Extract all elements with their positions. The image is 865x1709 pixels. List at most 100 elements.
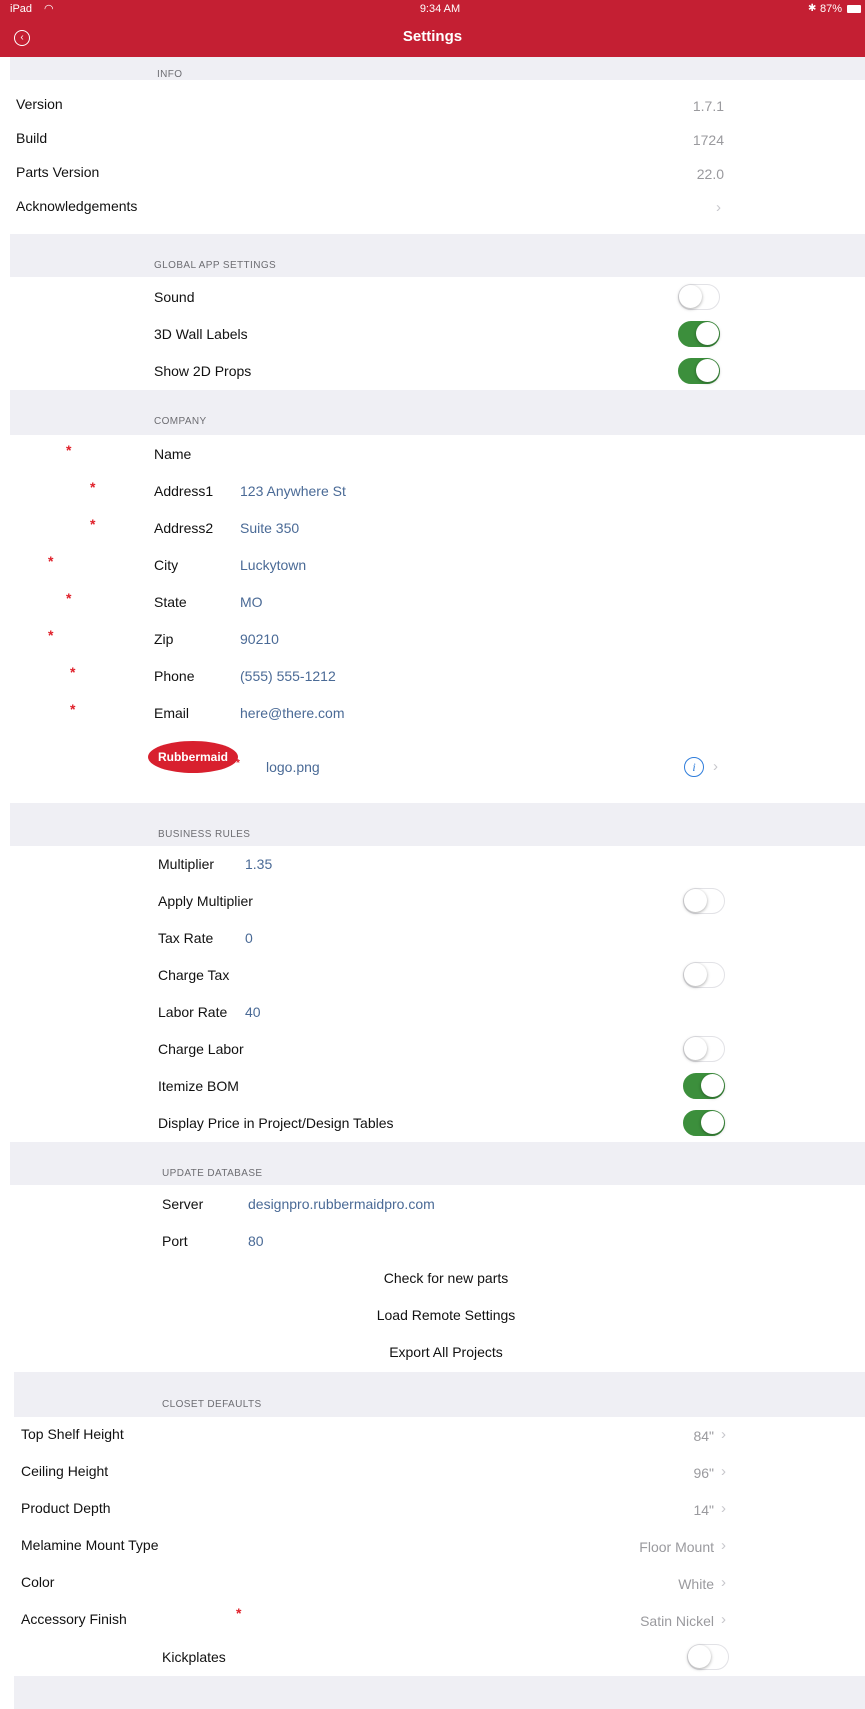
status-bar: iPad ◠ 9:34 AM ✱ 87% bbox=[0, 0, 865, 19]
required-marker: * bbox=[48, 627, 54, 643]
closet-section-band bbox=[14, 1372, 865, 1417]
ceiling-height-value: 96" bbox=[693, 1465, 714, 1481]
required-marker: * bbox=[66, 590, 72, 606]
apply-multiplier-label: Apply Multiplier bbox=[158, 893, 253, 909]
acknowledgements-row[interactable]: Acknowledgements bbox=[16, 198, 137, 214]
display-price-toggle[interactable] bbox=[683, 1110, 725, 1136]
top-shelf-height-label[interactable]: Top Shelf Height bbox=[21, 1426, 124, 1442]
svg-text:Rubbermaid: Rubbermaid bbox=[158, 750, 228, 764]
load-remote-settings-button[interactable]: Load Remote Settings bbox=[296, 1307, 596, 1323]
display-price-label: Display Price in Project/Design Tables bbox=[158, 1115, 394, 1131]
wall-labels-3d-toggle[interactable] bbox=[678, 321, 720, 347]
info-icon[interactable]: i bbox=[684, 757, 704, 777]
city-label: City bbox=[154, 557, 179, 573]
info-header: INFO bbox=[157, 69, 183, 80]
address1-field[interactable]: 123 Anywhere St bbox=[240, 483, 346, 499]
charge-tax-toggle[interactable] bbox=[683, 962, 725, 988]
accessory-finish-value: Satin Nickel bbox=[640, 1613, 714, 1629]
city-field[interactable]: Luckytown bbox=[240, 557, 306, 573]
server-field[interactable]: designpro.rubbermaidpro.com bbox=[248, 1196, 435, 1212]
parts-version-value: 22.0 bbox=[696, 166, 724, 182]
chevron-right-icon: › bbox=[721, 1500, 726, 1517]
build-label: Build bbox=[16, 130, 48, 146]
chevron-right-icon: › bbox=[721, 1463, 726, 1480]
chevron-right-icon: › bbox=[716, 199, 721, 216]
address2-label: Address2 bbox=[154, 520, 214, 536]
bluetooth-icon: ✱ bbox=[808, 3, 817, 14]
ceiling-height-label[interactable]: Ceiling Height bbox=[21, 1463, 108, 1479]
kickplates-label: Kickplates bbox=[162, 1649, 226, 1665]
logo-file-field[interactable]: logo.png bbox=[266, 759, 320, 775]
charge-labor-label: Charge Labor bbox=[158, 1041, 244, 1057]
chevron-right-icon: › bbox=[721, 1611, 726, 1628]
battery-percent: 87% bbox=[820, 3, 843, 15]
labor-rate-field[interactable]: 40 bbox=[245, 1004, 261, 1020]
product-depth-label[interactable]: Product Depth bbox=[21, 1500, 111, 1516]
itemize-bom-label: Itemize BOM bbox=[158, 1078, 239, 1094]
business-section-band bbox=[10, 803, 865, 846]
business-header: BUSINESS RULES bbox=[158, 829, 251, 840]
zip-label: Zip bbox=[154, 631, 174, 647]
tax-rate-label: Tax Rate bbox=[158, 930, 214, 946]
required-marker: * bbox=[236, 1605, 242, 1621]
accessory-finish-label[interactable]: Accessory Finish bbox=[21, 1611, 127, 1627]
server-label: Server bbox=[162, 1196, 204, 1212]
address1-label: Address1 bbox=[154, 483, 214, 499]
email-label: Email bbox=[154, 705, 190, 721]
charge-tax-label: Charge Tax bbox=[158, 967, 230, 983]
multiplier-field[interactable]: 1.35 bbox=[245, 856, 272, 872]
show-2d-props-label: Show 2D Props bbox=[154, 363, 252, 379]
required-marker: * bbox=[70, 664, 76, 680]
registered-mark: * bbox=[236, 758, 240, 769]
company-name-label: Name bbox=[154, 446, 192, 462]
status-time: 9:34 AM bbox=[419, 3, 461, 15]
closet-header: CLOSET DEFAULTS bbox=[162, 1399, 262, 1410]
color-label[interactable]: Color bbox=[21, 1574, 54, 1590]
charge-labor-toggle[interactable] bbox=[683, 1036, 725, 1062]
chevron-right-icon: › bbox=[721, 1426, 726, 1443]
required-marker: * bbox=[66, 442, 72, 458]
required-marker: * bbox=[90, 479, 96, 495]
kickplates-toggle[interactable] bbox=[687, 1644, 729, 1670]
version-value: 1.7.1 bbox=[692, 98, 724, 114]
company-header: COMPANY bbox=[154, 416, 207, 427]
phone-field[interactable]: (555) 555-1212 bbox=[240, 668, 336, 684]
database-header: UPDATE DATABASE bbox=[162, 1168, 263, 1179]
wifi-icon: ◠ bbox=[44, 3, 54, 15]
email-field[interactable]: here@there.com bbox=[240, 705, 344, 721]
build-value: 1724 bbox=[692, 132, 724, 148]
battery-icon bbox=[847, 5, 861, 13]
itemize-bom-toggle[interactable] bbox=[683, 1073, 725, 1099]
required-marker: * bbox=[90, 516, 96, 532]
bottom-band bbox=[14, 1676, 865, 1709]
version-label: Version bbox=[16, 96, 63, 112]
chevron-right-icon: › bbox=[721, 1537, 726, 1554]
chevron-right-icon: › bbox=[721, 1574, 726, 1591]
port-field[interactable]: 80 bbox=[248, 1233, 264, 1249]
sound-toggle[interactable] bbox=[678, 284, 720, 310]
state-label: State bbox=[154, 594, 187, 610]
export-all-projects-button[interactable]: Export All Projects bbox=[296, 1344, 596, 1360]
info-section-band bbox=[10, 57, 865, 80]
global-section-band bbox=[10, 234, 865, 277]
required-marker: * bbox=[48, 553, 54, 569]
port-label: Port bbox=[162, 1233, 188, 1249]
check-new-parts-button[interactable]: Check for new parts bbox=[296, 1270, 596, 1286]
melamine-mount-type-label[interactable]: Melamine Mount Type bbox=[21, 1537, 158, 1553]
sound-label: Sound bbox=[154, 289, 195, 305]
parts-version-label: Parts Version bbox=[16, 164, 100, 180]
address2-field[interactable]: Suite 350 bbox=[240, 520, 299, 536]
melamine-mount-type-value: Floor Mount bbox=[639, 1539, 714, 1555]
state-field[interactable]: MO bbox=[240, 594, 263, 610]
required-marker: * bbox=[70, 701, 76, 717]
nav-bar: ‹ Settings bbox=[0, 19, 865, 57]
tax-rate-field[interactable]: 0 bbox=[245, 930, 253, 946]
chevron-right-icon: › bbox=[713, 758, 718, 775]
company-section-band bbox=[10, 390, 865, 435]
color-value: White bbox=[678, 1576, 714, 1592]
zip-field[interactable]: 90210 bbox=[240, 631, 279, 647]
product-depth-value: 14" bbox=[693, 1502, 714, 1518]
apply-multiplier-toggle[interactable] bbox=[683, 888, 725, 914]
labor-rate-label: Labor Rate bbox=[158, 1004, 228, 1020]
show-2d-props-toggle[interactable] bbox=[678, 358, 720, 384]
